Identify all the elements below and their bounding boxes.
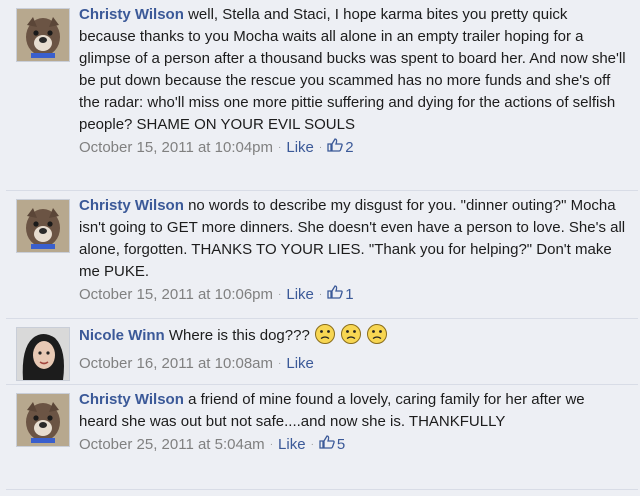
comment-item: Christy Wilson well, Stella and Staci, I… (6, 0, 638, 191)
comment-timestamp[interactable]: October 15, 2011 at 10:06pm (79, 286, 273, 303)
separator-dot: · (310, 439, 314, 450)
comment-text: Where is this dog??? (168, 327, 310, 344)
avatar[interactable] (16, 8, 70, 62)
separator-dot: · (278, 289, 282, 300)
thumbs-up-icon (319, 434, 335, 456)
comment-item: Christy Wilson no words to describe my d… (6, 191, 638, 319)
comment-timestamp[interactable]: October 16, 2011 at 10:08am (79, 355, 273, 372)
frown-emoticon-icon (366, 323, 388, 352)
frown-emoticon-icon (314, 323, 336, 352)
separator-dot: · (318, 289, 323, 300)
comment-item: Nicole Winn Where is this dog??? October… (6, 319, 638, 385)
comment-meta: October 16, 2011 at 10:08am · Like (79, 353, 627, 375)
separator-dot: · (269, 439, 274, 450)
avatar[interactable] (16, 327, 70, 381)
like-count-link[interactable]: 5 (319, 434, 345, 456)
thumbs-up-icon (327, 284, 344, 306)
comment-author[interactable]: Christy Wilson (79, 197, 184, 214)
comment-author[interactable]: Nicole Winn (79, 327, 165, 344)
comment-timestamp[interactable]: October 15, 2011 at 10:04pm (79, 139, 273, 156)
separator-dot: · (278, 142, 282, 153)
like-button[interactable]: Like (286, 286, 314, 303)
like-count: 2 (345, 139, 354, 156)
comment-meta: October 15, 2011 at 10:06pm · Like · 1 (79, 284, 627, 306)
comment-meta: October 25, 2011 at 5:04am · Like · 5 (79, 434, 627, 456)
like-count: 1 (345, 286, 354, 303)
like-button[interactable]: Like (286, 355, 314, 372)
comment-meta: October 15, 2011 at 10:04pm · Like · 2 (79, 137, 627, 159)
like-count-link[interactable]: 2 (327, 137, 354, 159)
like-count: 5 (336, 436, 346, 453)
comment-author[interactable]: Christy Wilson (79, 6, 184, 23)
avatar[interactable] (16, 199, 70, 253)
avatar[interactable] (16, 393, 70, 447)
comment-text: well, Stella and Staci, I hope karma bit… (79, 6, 626, 133)
comment-feed: Christy Wilson well, Stella and Staci, I… (0, 0, 640, 496)
like-count-link[interactable]: 1 (327, 284, 354, 306)
comment-timestamp[interactable]: October 25, 2011 at 5:04am (79, 436, 265, 453)
like-button[interactable]: Like (286, 139, 314, 156)
comment-item: Christy Wilson a friend of mine found a … (6, 385, 638, 490)
separator-dot: · (318, 142, 323, 153)
like-button[interactable]: Like (278, 436, 306, 453)
frown-emoticon-icon (340, 323, 362, 352)
comment-author[interactable]: Christy Wilson (79, 391, 184, 408)
thumbs-up-icon (327, 137, 344, 159)
separator-dot: · (278, 358, 282, 369)
